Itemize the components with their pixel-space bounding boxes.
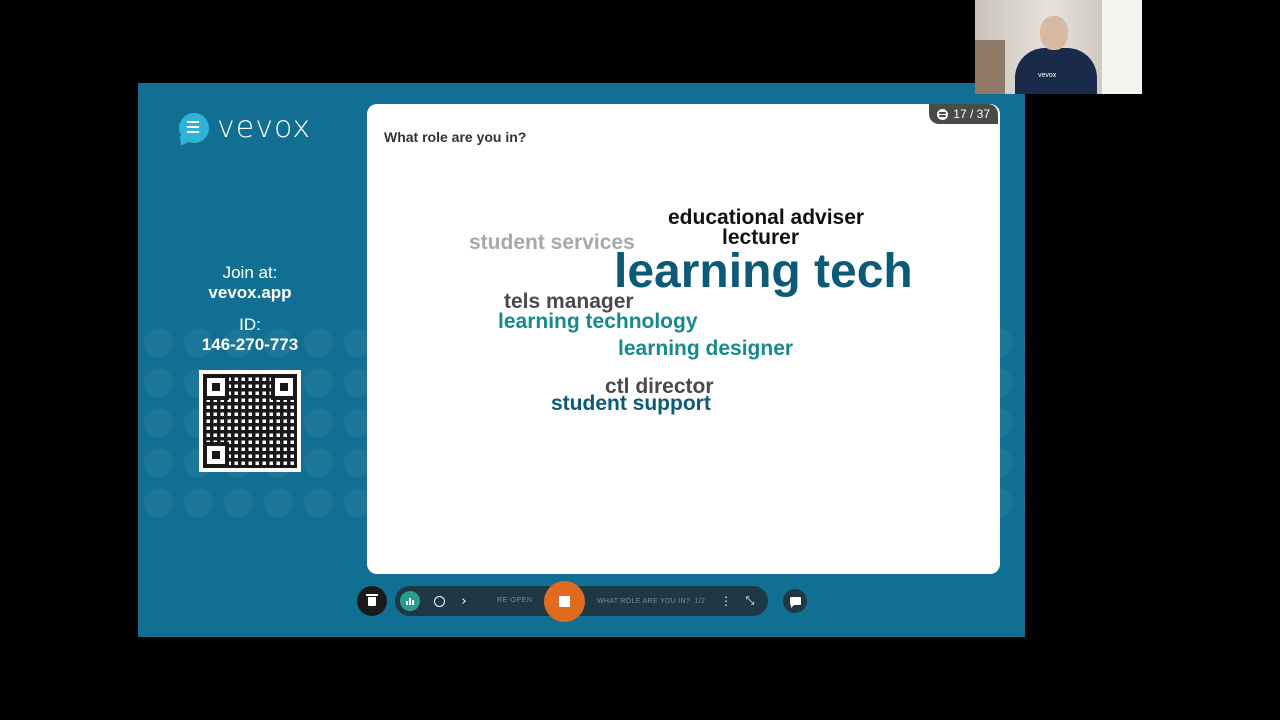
- more-options-icon[interactable]: ⋮: [717, 592, 735, 610]
- stop-poll-button[interactable]: [544, 581, 585, 622]
- logo-icon: [179, 113, 209, 143]
- join-info: Join at: vevox.app ID: 146-270-773: [180, 263, 320, 355]
- word-cloud-word: student support: [551, 392, 711, 415]
- timer-icon[interactable]: [430, 592, 448, 610]
- presentation-screen: vevox Join at: vevox.app ID: 146-270-773…: [138, 83, 1025, 637]
- fullscreen-icon[interactable]: [741, 592, 759, 610]
- webcam-shirt-logo: vevox: [1038, 72, 1057, 79]
- webcam-video: vevox: [975, 0, 1142, 94]
- response-count-badge: 17 / 37: [929, 104, 998, 124]
- qr-code: [199, 370, 301, 472]
- question-index: 1/2: [694, 598, 706, 605]
- trash-icon: [366, 593, 378, 606]
- current-question-label[interactable]: WHAT ROLE ARE YOU IN? 1/2: [597, 598, 705, 605]
- chevron-right-icon[interactable]: ›: [455, 592, 473, 610]
- question-name: WHAT ROLE ARE YOU IN?: [597, 598, 691, 605]
- poll-results-card: What role are you in? 17 / 37 educationa…: [367, 104, 1000, 574]
- stop-icon: [559, 596, 570, 607]
- word-cloud-word: tels manager: [504, 290, 634, 313]
- id-label: ID:: [239, 315, 261, 334]
- delete-button[interactable]: [357, 586, 387, 616]
- messages-button[interactable]: [783, 589, 807, 613]
- join-label: Join at:: [222, 263, 278, 282]
- participants-icon: [937, 108, 949, 120]
- logo-text: vevox: [217, 110, 312, 145]
- word-cloud-word: learning designer: [618, 337, 794, 360]
- session-id: 146-270-773: [201, 335, 299, 354]
- join-url: vevox.app: [208, 283, 292, 302]
- response-count: 17 / 37: [953, 107, 990, 121]
- results-chart-icon[interactable]: [400, 591, 420, 611]
- chat-icon: [789, 597, 801, 608]
- word-cloud-word: educational adviser: [668, 206, 865, 229]
- vevox-logo: vevox: [179, 113, 311, 143]
- question-title: What role are you in?: [384, 129, 527, 145]
- word-cloud-word: learning technology: [498, 310, 698, 333]
- word-cloud-word: learning tech: [614, 245, 913, 298]
- word-cloud-word: student services: [469, 231, 635, 254]
- reopen-button[interactable]: RE-OPEN: [497, 597, 532, 604]
